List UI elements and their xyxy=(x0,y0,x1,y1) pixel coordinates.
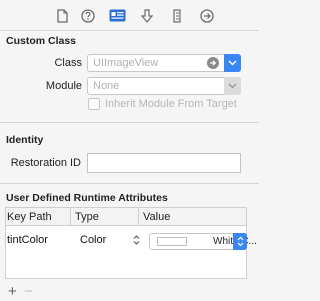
section-divider xyxy=(0,122,259,123)
identity-title: Identity xyxy=(6,134,44,146)
color-swatch xyxy=(157,237,187,246)
identity-inspector-icon[interactable] xyxy=(108,8,126,23)
runtime-attributes-table: Key Path Type Value tintColor Color Whit… xyxy=(5,207,257,279)
remove-attribute-button[interactable]: − xyxy=(24,284,33,299)
custom-class-title: Custom Class xyxy=(6,35,77,47)
add-attribute-button[interactable]: + xyxy=(8,284,17,299)
column-header-key-path[interactable]: Key Path xyxy=(7,211,52,223)
inherit-module-label: Inherit Module From Target xyxy=(105,98,237,110)
go-to-class-icon[interactable] xyxy=(207,57,219,69)
column-divider xyxy=(138,208,139,226)
size-inspector-icon[interactable] xyxy=(172,8,182,23)
attributes-inspector-icon[interactable] xyxy=(140,8,154,23)
column-divider xyxy=(70,208,71,226)
restoration-id-label: Restoration ID xyxy=(10,157,81,169)
inherit-module-checkbox[interactable] xyxy=(88,98,100,110)
runtime-attributes-title: User Defined Runtime Attributes xyxy=(6,192,168,204)
restoration-id-field[interactable] xyxy=(87,153,241,173)
color-value-popup[interactable]: White C... xyxy=(149,233,257,250)
quick-help-icon[interactable] xyxy=(81,8,95,23)
class-label: Class xyxy=(54,57,82,69)
section-divider xyxy=(0,183,259,184)
module-dropdown-button[interactable] xyxy=(224,77,241,95)
type-cell[interactable]: Color xyxy=(80,234,106,246)
module-value[interactable]: None xyxy=(93,80,119,92)
module-combo-box[interactable]: None xyxy=(87,77,241,95)
file-inspector-icon[interactable] xyxy=(55,8,69,23)
class-dropdown-button[interactable] xyxy=(224,54,241,72)
table-header: Key Path Type Value xyxy=(6,208,246,226)
column-header-type[interactable]: Type xyxy=(75,211,99,223)
class-combo-box[interactable]: UIImageView xyxy=(87,54,241,72)
connections-inspector-icon[interactable] xyxy=(200,8,214,23)
column-header-value[interactable]: Value xyxy=(143,211,170,223)
inspector-toolbar xyxy=(0,0,259,31)
module-label: Module xyxy=(45,80,82,92)
class-value[interactable]: UIImageView xyxy=(93,57,158,69)
type-stepper-icon[interactable] xyxy=(133,233,140,247)
key-path-cell[interactable]: tintColor xyxy=(7,234,48,246)
color-popup-button[interactable] xyxy=(233,233,247,250)
